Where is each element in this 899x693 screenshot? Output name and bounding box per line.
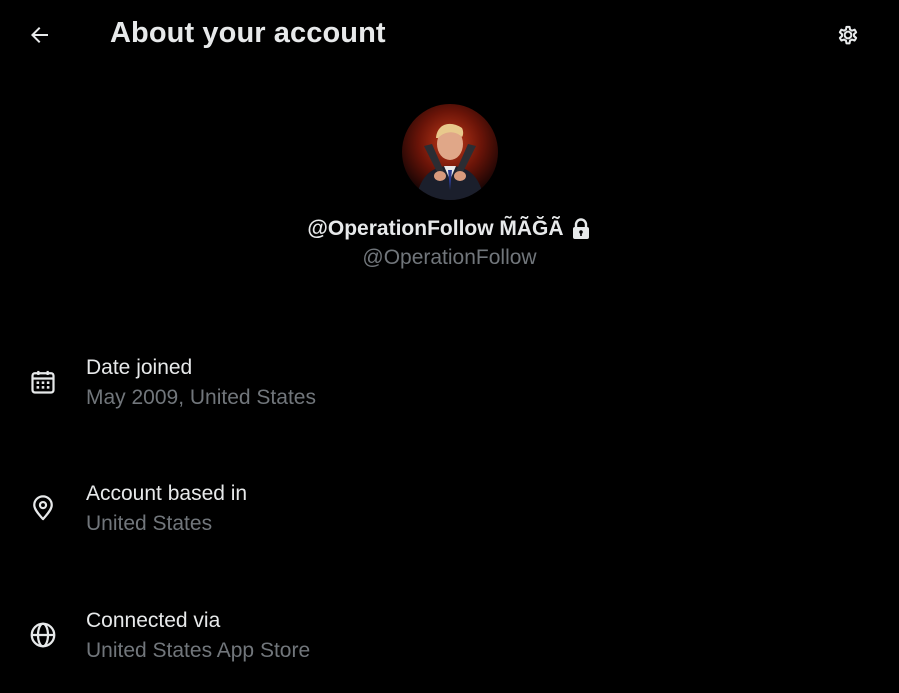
profile-section: @OperationFollow M̃ÃĞÃ @OperationFollow: [0, 104, 899, 270]
profile-avatar[interactable]: [401, 104, 498, 200]
location-pin-icon: [27, 492, 59, 524]
info-value: United States: [86, 512, 213, 535]
user-handle: @OperationFollow: [362, 246, 537, 269]
display-name: @OperationFollow M̃ÃĞÃ: [307, 217, 564, 240]
info-row-connected-via: Connected via United States App Store: [0, 605, 899, 675]
info-value: United States App Store: [86, 639, 311, 662]
globe-icon: [27, 619, 59, 651]
info-label: Account based in: [86, 482, 248, 505]
page-title: About your account: [110, 17, 386, 49]
info-row-account-based-in: Account based in United States: [0, 478, 899, 548]
lock-icon: [570, 218, 592, 240]
info-label: Connected via: [86, 609, 221, 632]
display-name-row: @OperationFollow M̃ÃĞÃ: [0, 214, 899, 244]
back-button[interactable]: [22, 17, 58, 53]
arrow-left-icon: [31, 27, 48, 43]
settings-button[interactable]: [830, 17, 866, 53]
calendar-icon: [27, 366, 59, 398]
info-value: May 2009, United States: [86, 386, 316, 409]
gear-icon: [838, 25, 858, 45]
top-bar: About your account: [0, 0, 899, 72]
info-label: Date joined: [86, 356, 193, 379]
info-row-date-joined: Date joined May 2009, United States: [0, 352, 899, 422]
